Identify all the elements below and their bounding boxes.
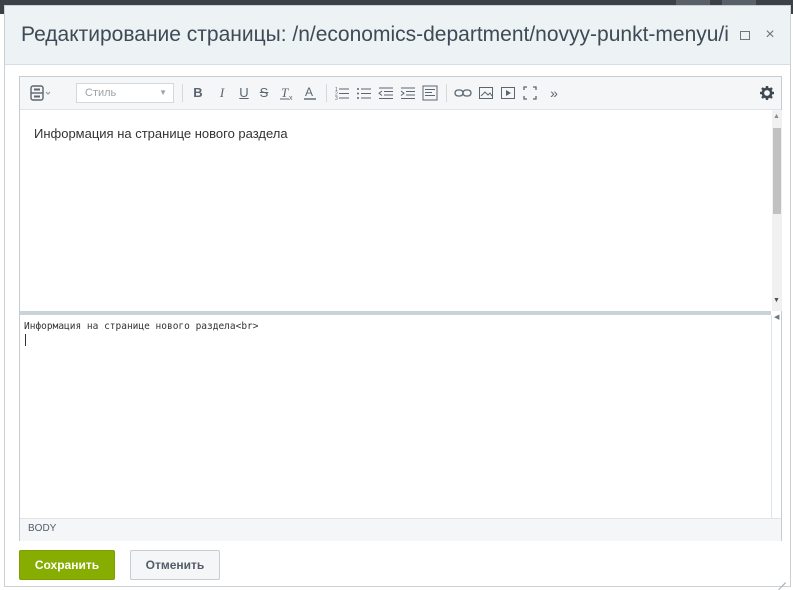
source-code-area[interactable]: Информация на странице нового раздела<br… bbox=[20, 315, 771, 518]
scroll-up-icon[interactable]: ▲ bbox=[773, 113, 780, 120]
edit-page-dialog: Редактирование страницы: /n/economics-de… bbox=[4, 5, 791, 590]
gear-icon bbox=[760, 86, 774, 100]
dialog-titlebar[interactable]: Редактирование страницы: /n/economics-de… bbox=[5, 6, 790, 65]
collapse-panel-icon[interactable]: ◀ bbox=[774, 313, 779, 321]
outdent-icon bbox=[378, 87, 393, 99]
fullscreen-icon bbox=[523, 86, 537, 100]
dialog-title: Редактирование страницы: /n/economics-de… bbox=[21, 23, 728, 46]
more-tools-button[interactable]: » bbox=[546, 83, 562, 103]
svg-text:3: 3 bbox=[335, 96, 338, 102]
text-cursor bbox=[25, 334, 26, 346]
maximize-button[interactable] bbox=[734, 24, 754, 46]
underline-button[interactable]: U bbox=[236, 83, 252, 103]
svg-text:A: A bbox=[305, 85, 313, 99]
resize-grip-line bbox=[781, 582, 786, 587]
bold-button[interactable]: B bbox=[190, 83, 206, 103]
html-editor: Стиль ▼ B I U S T x A 1 2 3 » Информация… bbox=[19, 76, 782, 541]
editor-toolbar: Стиль ▼ B I U S T x A 1 2 3 » bbox=[20, 77, 781, 110]
toolbar-separator bbox=[326, 84, 327, 102]
element-path[interactable]: BODY bbox=[28, 523, 56, 534]
remove-format-button[interactable]: T x bbox=[278, 83, 296, 103]
align-button[interactable] bbox=[422, 83, 438, 103]
italic-button[interactable]: I bbox=[214, 83, 230, 103]
insert-image-button[interactable] bbox=[478, 83, 494, 103]
source-code-text[interactable]: Информация на странице нового раздела<br… bbox=[24, 321, 259, 332]
bullet-list-icon bbox=[357, 88, 371, 99]
fullscreen-button[interactable] bbox=[522, 83, 538, 103]
toolbar-separator bbox=[182, 84, 183, 102]
indent-button[interactable] bbox=[400, 83, 416, 103]
cancel-button[interactable]: Отменить bbox=[130, 550, 220, 580]
align-left-icon bbox=[422, 85, 438, 101]
content-text[interactable]: Информация на странице нового раздела bbox=[34, 126, 288, 141]
insert-link-button[interactable] bbox=[454, 83, 472, 103]
maximize-icon bbox=[740, 31, 750, 40]
svg-text:x: x bbox=[289, 95, 293, 102]
ordered-list-button[interactable]: 1 2 3 bbox=[334, 83, 350, 103]
wysiwyg-area[interactable]: Информация на странице нового раздела bbox=[20, 110, 772, 311]
outdent-button[interactable] bbox=[378, 83, 394, 103]
panel-divider bbox=[771, 315, 772, 518]
chevron-down-icon: ▼ bbox=[159, 88, 167, 97]
remove-format-icon: T x bbox=[280, 85, 293, 102]
ordered-list-icon: 1 2 3 bbox=[335, 87, 349, 102]
video-icon bbox=[501, 87, 515, 99]
scroll-down-icon[interactable]: ▼ bbox=[773, 297, 780, 304]
style-select-label: Стиль bbox=[85, 87, 117, 99]
insert-video-button[interactable] bbox=[500, 83, 516, 103]
save-button[interactable]: Сохранить bbox=[19, 550, 115, 580]
scrollbar-thumb[interactable] bbox=[773, 128, 781, 214]
image-icon bbox=[479, 87, 493, 99]
svg-text:T: T bbox=[281, 85, 289, 100]
resize-handle[interactable] bbox=[778, 575, 786, 590]
settings-button[interactable] bbox=[758, 83, 776, 103]
bullet-list-button[interactable] bbox=[356, 83, 372, 103]
text-color-button[interactable]: A bbox=[302, 83, 318, 103]
view-mode-button[interactable] bbox=[28, 83, 52, 103]
indent-icon bbox=[400, 87, 415, 99]
toolbar-separator bbox=[446, 84, 447, 102]
close-button[interactable]: × bbox=[760, 24, 780, 46]
link-icon bbox=[454, 89, 472, 97]
style-select[interactable]: Стиль ▼ bbox=[76, 83, 174, 103]
strikethrough-button[interactable]: S bbox=[256, 83, 272, 103]
view-mode-icon bbox=[30, 85, 51, 101]
editor-statusbar: BODY bbox=[20, 518, 781, 541]
text-color-icon: A bbox=[304, 85, 316, 100]
wysiwyg-scrollbar[interactable]: ▲ ▼ bbox=[772, 110, 782, 311]
